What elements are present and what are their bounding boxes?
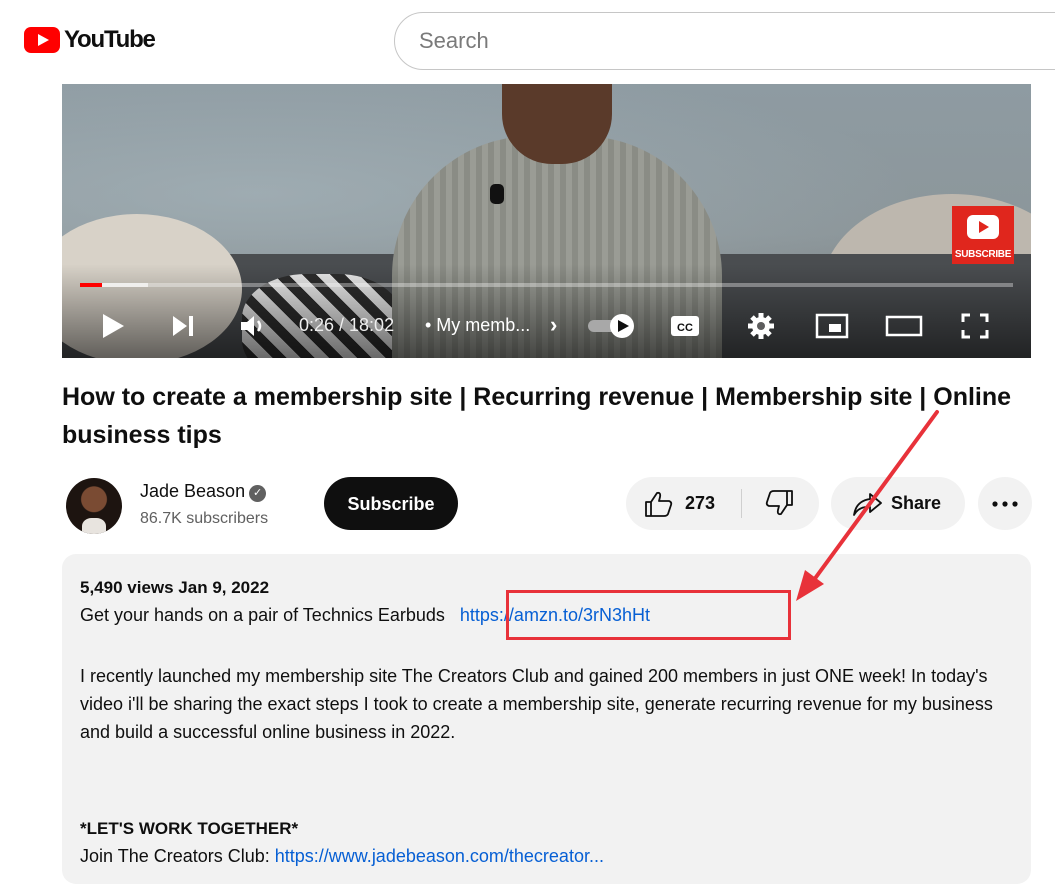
like-count: 273: [685, 493, 716, 513]
description-line-join: Join The Creators Club: https://www.jade…: [80, 842, 604, 870]
svg-text:CC: CC: [677, 322, 693, 334]
thumbs-down-icon: [765, 490, 793, 516]
verified-check-icon: ✓: [249, 485, 267, 502]
description-paragraph: I recently launched my membership site T…: [80, 666, 993, 742]
subscriber-count: 86.7K subscribers: [140, 510, 269, 527]
captions-button[interactable]: CC: [668, 306, 702, 346]
next-icon: [173, 316, 193, 336]
section-heading: *LET'S WORK TOGETHER*: [80, 819, 299, 838]
thumbs-up-icon: [645, 491, 673, 517]
search-input[interactable]: [417, 27, 1041, 55]
volume-icon: [241, 316, 262, 336]
logo-text: YouTube: [64, 26, 156, 53]
subscribe-button[interactable]: Subscribe: [324, 477, 458, 530]
theater-icon: [885, 315, 923, 337]
player-controls: 0:26 / 18:02 • My memb... › CC: [62, 306, 1031, 346]
autoplay-toggle[interactable]: [586, 306, 638, 346]
play-icon: [103, 314, 124, 338]
share-label: Share: [891, 493, 942, 513]
link-highlight-box: [506, 590, 791, 640]
miniplayer-button[interactable]: [814, 306, 850, 346]
fullscreen-icon: [961, 313, 989, 339]
youtube-logo[interactable]: YouTube: [24, 26, 156, 54]
more-actions-button[interactable]: [978, 477, 1032, 530]
subscribe-watermark-label: SUBSCRIBE: [954, 249, 1012, 260]
youtube-play-icon: [24, 27, 60, 53]
fullscreen-button[interactable]: [958, 306, 992, 346]
chapter-title[interactable]: • My memb...: [425, 315, 530, 336]
channel-name-row[interactable]: Jade Beason ✓: [140, 481, 267, 502]
search-box[interactable]: [394, 12, 1055, 70]
more-horizontal-icon: [992, 501, 1018, 507]
settings-button[interactable]: [744, 306, 778, 346]
autoplay-icon: [588, 314, 634, 338]
share-button[interactable]: Share: [831, 477, 965, 530]
like-button[interactable]: 273: [626, 477, 741, 530]
time-display: 0:26 / 18:02: [299, 315, 395, 335]
dislike-button[interactable]: [742, 477, 819, 530]
video-frame-mic: [490, 184, 504, 204]
subscribe-watermark[interactable]: SUBSCRIBE: [952, 206, 1014, 264]
view-count-date: 5,490 views Jan 9, 2022: [80, 578, 270, 597]
miniplayer-icon: [815, 313, 849, 339]
channel-avatar[interactable]: [66, 478, 122, 534]
progress-bar[interactable]: [80, 283, 1013, 287]
join-text: Join The Creators Club:: [80, 846, 270, 866]
video-player[interactable]: SUBSCRIBE 0:26 / 18:02 • My memb... › CC: [62, 84, 1031, 358]
share-arrow-icon: [853, 493, 882, 516]
earbuds-text: Get your hands on a pair of Technics Ear…: [80, 605, 445, 625]
next-button[interactable]: [166, 306, 200, 346]
chevron-right-icon[interactable]: ›: [550, 312, 557, 338]
cc-icon: CC: [671, 316, 699, 336]
youtube-play-icon: [967, 215, 999, 239]
gear-icon: [748, 313, 774, 339]
progress-played: [80, 283, 103, 287]
video-title: How to create a membership site | Recurr…: [62, 383, 1012, 449]
like-dislike-group: 273: [626, 477, 819, 530]
channel-name[interactable]: Jade Beason: [140, 481, 245, 501]
theater-mode-button[interactable]: [884, 306, 924, 346]
creators-club-link[interactable]: https://www.jadebeason.com/thecreator...: [275, 846, 604, 866]
play-button[interactable]: [96, 306, 130, 346]
volume-button[interactable]: [236, 306, 272, 346]
